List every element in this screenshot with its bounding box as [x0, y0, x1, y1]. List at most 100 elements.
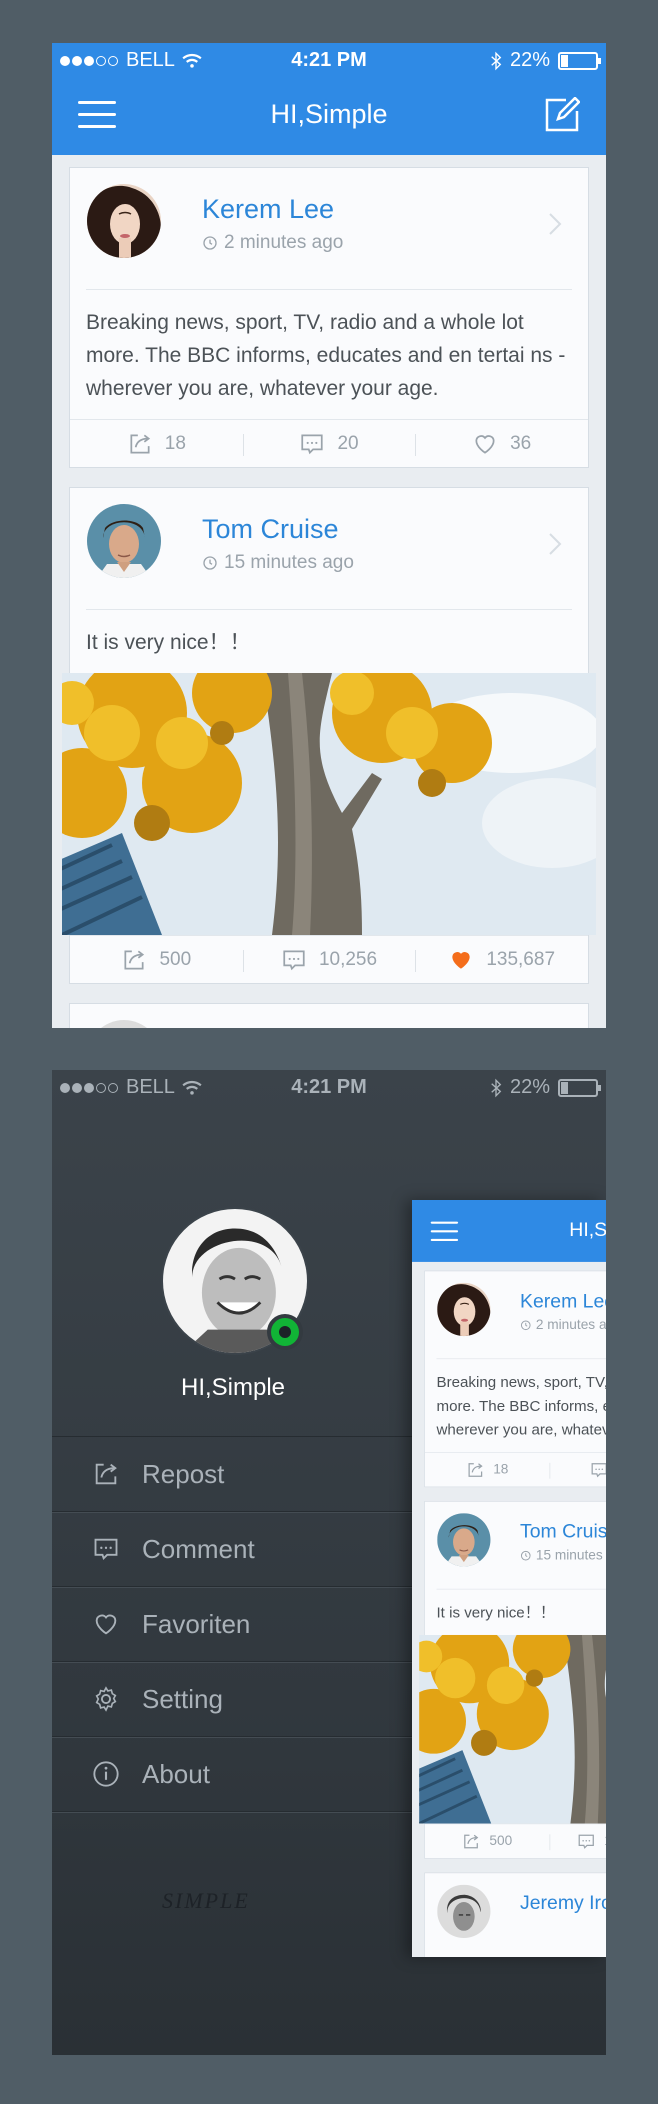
post-header[interactable]: Kerem Lee 2 minutes ago — [436, 1271, 606, 1360]
post-card: Tom Cruise 15 minutes ago It is very nic… — [69, 487, 589, 984]
post-header[interactable]: Tom Cruise 15 minutes ago — [86, 488, 572, 610]
post-actions: 500 10,256 135,687 — [70, 935, 588, 983]
battery-icon — [558, 51, 601, 70]
comment-button[interactable]: 20 — [242, 420, 416, 467]
chevron-right-icon[interactable] — [548, 532, 562, 556]
clock-icon — [202, 235, 218, 251]
repost-icon — [121, 947, 147, 973]
comment-button[interactable]: 10,256 — [242, 936, 416, 983]
author-name[interactable]: Jeremy Irons — [520, 1892, 606, 1914]
online-status-indicator — [267, 1314, 303, 1350]
repost-icon — [92, 1460, 120, 1488]
heart-icon — [92, 1610, 120, 1638]
drawer-menu: Repost Comment Favoriten Setting About — [52, 1436, 414, 1812]
time-label: 15 minutes ago — [535, 1547, 606, 1563]
feed-list: Kerem Lee 2 minutes ago Breaking news, s… — [412, 1262, 606, 1957]
like-button[interactable]: 36 — [415, 420, 588, 467]
menu-item-repost[interactable]: Repost — [52, 1437, 414, 1512]
comment-icon — [590, 1460, 606, 1479]
clock-icon — [520, 1550, 532, 1562]
menu-item-label: Comment — [142, 1533, 255, 1564]
author-name[interactable]: Kerem Lee — [202, 194, 334, 225]
post-text: Breaking news, sport, TV, radio and a wh… — [436, 1374, 606, 1439]
battery-icon — [558, 1078, 601, 1097]
repost-count: 18 — [164, 432, 186, 454]
post-time: 15 minutes ago — [520, 1548, 606, 1564]
repost-button[interactable]: 500 — [70, 936, 243, 983]
comment-count: 20 — [337, 432, 359, 454]
post-text: Breaking news, sport, TV, radio and a wh… — [86, 311, 566, 400]
clock-icon — [520, 1320, 532, 1332]
battery-percent: 22% — [509, 1076, 550, 1098]
avatar[interactable] — [87, 1020, 161, 1028]
repost-count: 18 — [493, 1461, 509, 1477]
post-header[interactable]: Jeremy Irons — [436, 1873, 606, 1957]
comment-button[interactable]: 10,256 — [549, 1824, 606, 1858]
bluetooth-icon — [490, 1078, 502, 1098]
menu-item-label: Setting — [142, 1683, 223, 1714]
post-text: It is very nice！！ — [86, 631, 251, 654]
like-button[interactable]: 135,687 — [415, 936, 588, 983]
menu-item-label: Favoriten — [142, 1608, 251, 1639]
menu-item-label: About — [142, 1758, 210, 1789]
repost-button[interactable]: 18 — [70, 420, 243, 467]
time-label: 15 minutes ago — [224, 552, 354, 573]
avatar[interactable] — [87, 184, 161, 258]
compose-icon[interactable] — [544, 97, 580, 133]
menu-item-setting[interactable]: Setting — [52, 1662, 414, 1737]
avatar[interactable] — [437, 1885, 490, 1938]
repost-button[interactable]: 18 — [425, 1453, 549, 1487]
author-name[interactable]: Kerem Lee — [520, 1290, 606, 1312]
post-card: Kerem Lee 2 minutes ago Breaking news, s… — [424, 1270, 606, 1488]
repost-count: 500 — [159, 948, 192, 970]
post-card: Jeremy Irons — [69, 1003, 589, 1028]
post-card: Kerem Lee 2 minutes ago Breaking news, s… — [69, 167, 589, 468]
like-count: 135,687 — [486, 948, 556, 970]
menu-item-label: Repost — [142, 1458, 225, 1489]
avatar[interactable] — [87, 504, 161, 578]
heart-icon — [472, 431, 498, 457]
repost-icon — [127, 431, 153, 457]
avatar[interactable] — [437, 1513, 490, 1566]
post-actions: 18 20 36 — [424, 1452, 606, 1487]
post-actions: 500 10,256 135,687 — [424, 1823, 606, 1859]
status-bar: BELL 4:21 PM 22% — [52, 1070, 606, 1104]
post-header[interactable]: Jeremy Irons — [86, 1004, 572, 1028]
comment-icon — [92, 1535, 120, 1563]
heart-filled-icon — [448, 947, 474, 973]
post-time: 2 minutes ago — [520, 1317, 606, 1333]
avatar[interactable] — [437, 1283, 490, 1336]
top-nav-bar: HI,Simple — [412, 1200, 606, 1262]
comment-icon — [299, 431, 325, 457]
author-name[interactable]: Tom Cruise — [202, 514, 339, 545]
post-actions: 18 20 36 — [70, 419, 588, 467]
author-name[interactable]: Tom Cruise — [520, 1520, 606, 1542]
feed-list[interactable]: Kerem Lee 2 minutes ago Breaking news, s… — [52, 155, 606, 1028]
post-time: 15 minutes ago — [202, 552, 354, 574]
post-header[interactable]: Kerem Lee 2 minutes ago — [86, 168, 572, 290]
post-photo[interactable] — [419, 1635, 606, 1824]
comment-count: 10,256 — [318, 948, 378, 970]
repost-button[interactable]: 500 — [425, 1824, 549, 1858]
clock-icon — [202, 555, 218, 571]
menu-item-comment[interactable]: Comment — [52, 1512, 414, 1587]
comment-icon — [577, 1832, 596, 1851]
post-card: Jeremy Irons — [424, 1872, 606, 1957]
battery-percent: 22% — [509, 49, 550, 71]
menu-item-about[interactable]: About — [52, 1737, 414, 1812]
post-photo[interactable] — [62, 673, 596, 935]
post-text: It is very nice！！ — [436, 1604, 555, 1622]
feed-screen: BELL 4:21 PM 22% HI,Simple Kerem Lee 2 m… — [52, 43, 606, 1028]
post-time: 2 minutes ago — [202, 232, 343, 254]
menu-item-favoriten[interactable]: Favoriten — [52, 1587, 414, 1662]
comment-button[interactable]: 20 — [549, 1453, 606, 1487]
post-header[interactable]: Tom Cruise 15 minutes ago — [436, 1502, 606, 1590]
time-label: 2 minutes ago — [535, 1317, 606, 1333]
signature-logo: SIMPLE — [162, 1888, 250, 1913]
chevron-right-icon[interactable] — [548, 212, 562, 236]
page-title: HI,Simple — [569, 1218, 606, 1241]
time-label: 2 minutes ago — [224, 232, 344, 253]
feed-preview[interactable]: HI,Simple Kerem Lee 2 minutes ago Breaki… — [412, 1200, 606, 1957]
like-count: 36 — [510, 432, 532, 454]
profile-name: HI,Simple — [180, 1374, 286, 1401]
